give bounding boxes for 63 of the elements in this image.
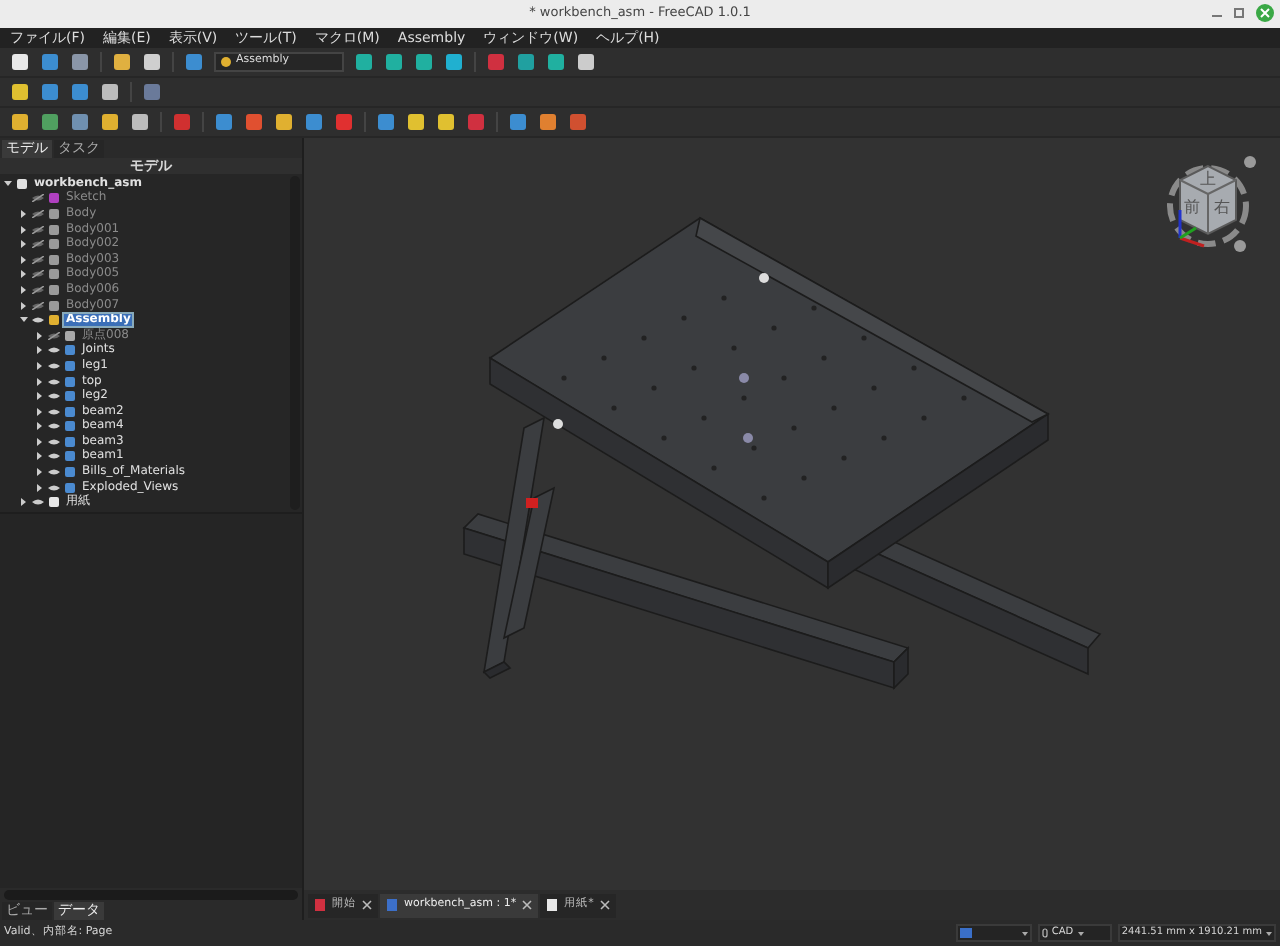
collapsed-arrow-icon[interactable] [20,270,28,279]
collapsed-arrow-icon[interactable] [36,331,44,340]
collapsed-arrow-icon[interactable] [36,346,44,355]
cube-face-label: 右 [1214,200,1230,216]
collapsed-arrow-icon[interactable] [36,452,44,461]
collapsed-arrow-icon[interactable] [20,285,28,294]
eye-icon[interactable] [48,346,60,355]
collapsed-arrow-icon[interactable] [36,468,44,477]
eye-icon[interactable] [48,407,60,416]
hidden-eye-icon[interactable] [32,225,44,234]
collapsed-arrow-icon[interactable] [20,225,28,234]
eye-icon[interactable] [48,483,60,492]
expanded-arrow-icon[interactable] [4,179,12,188]
hidden-eye-icon[interactable] [32,270,44,279]
hidden-eye-icon[interactable] [32,194,44,203]
eye-icon[interactable] [48,361,60,370]
cube-face-label: 上 [1200,172,1216,188]
collapsed-arrow-icon[interactable] [20,209,28,218]
eye-icon[interactable] [48,422,60,431]
collapsed-arrow-icon[interactable] [36,361,44,370]
hidden-eye-icon[interactable] [32,209,44,218]
eye-icon[interactable] [32,498,44,507]
hidden-eye-icon[interactable] [48,331,60,340]
axis-triad-icon [1178,210,1205,248]
draw-style-dropdown[interactable] [955,924,1032,942]
page-icon[interactable] [546,898,559,912]
eye-icon[interactable] [32,316,44,325]
eye-icon[interactable] [48,437,60,446]
mouse-icon[interactable] [1041,928,1048,938]
eye-icon[interactable] [48,468,60,477]
hidden-eye-icon[interactable] [32,255,44,264]
page-icon[interactable] [48,496,60,509]
eye-icon[interactable] [48,377,60,386]
caret-icon[interactable] [1077,931,1084,935]
eye-icon[interactable] [48,392,60,401]
caret-icon [1021,931,1028,935]
navigation-cube[interactable] [1179,164,1237,236]
view-menu-icon[interactable] [1244,156,1256,168]
scrollbar[interactable] [4,890,298,900]
eye-icon[interactable] [48,452,60,461]
caret-icon[interactable] [1266,931,1272,935]
collapsed-arrow-icon[interactable] [36,483,44,492]
close-icon[interactable] [362,900,372,910]
collapsed-arrow-icon[interactable] [20,301,28,310]
collapsed-arrow-icon[interactable] [20,255,28,264]
expanded-arrow-icon[interactable] [20,316,28,325]
collapsed-arrow-icon[interactable] [20,498,28,507]
collapsed-arrow-icon[interactable] [36,392,44,401]
close-icon[interactable] [522,900,533,910]
cube-menu-icon[interactable] [1234,240,1246,252]
orbit-ring-icon[interactable] [1167,165,1249,247]
collapsed-arrow-icon[interactable] [36,377,44,386]
close-icon[interactable] [599,900,610,910]
maximize-icon[interactable] [1234,8,1244,18]
collapsed-arrow-icon[interactable] [36,407,44,416]
hidden-eye-icon[interactable] [32,285,44,294]
collapsed-arrow-icon[interactable] [20,240,28,249]
hidden-eye-icon[interactable] [32,301,44,310]
color-swatch-icon [959,928,972,938]
hidden-eye-icon[interactable] [32,240,44,249]
collapsed-arrow-icon[interactable] [36,437,44,446]
cube-face-label: 前 [1184,200,1200,216]
collapsed-arrow-icon[interactable] [36,422,44,431]
